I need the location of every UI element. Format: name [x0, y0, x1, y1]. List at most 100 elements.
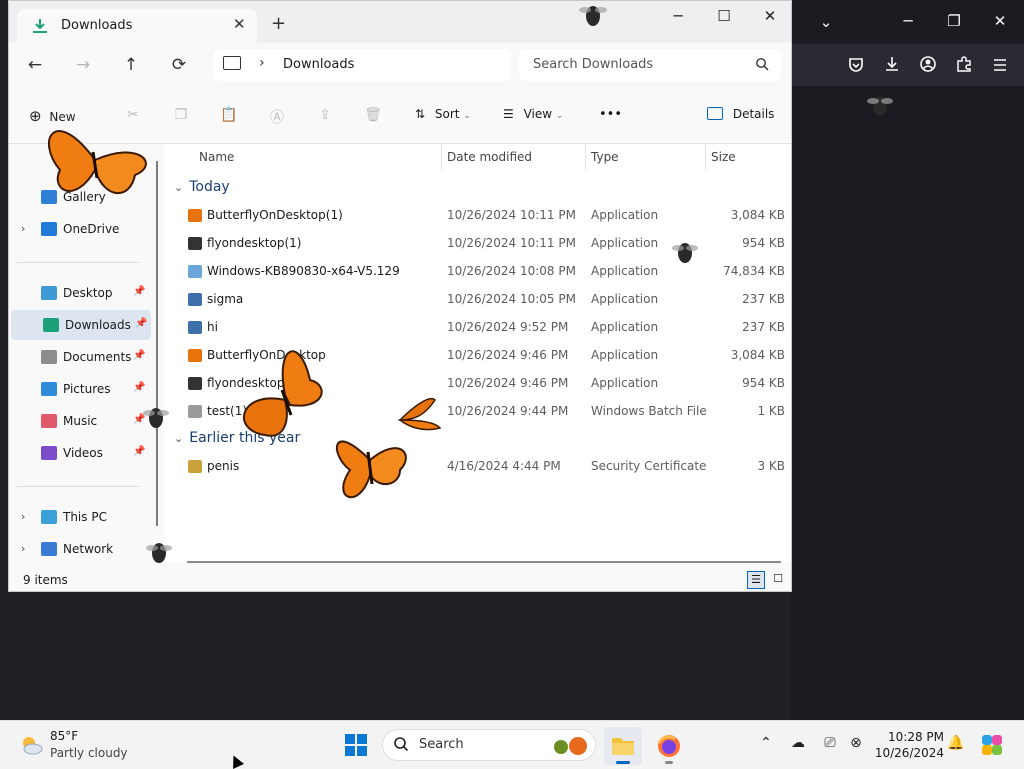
windows-start-icon[interactable] [344, 733, 368, 757]
paste-icon[interactable]: 📋 [219, 107, 239, 123]
breadcrumb-downloads[interactable]: Downloads [283, 57, 354, 72]
minimize-button[interactable]: ─ [655, 7, 701, 29]
expand-chevron-icon[interactable]: › [21, 510, 25, 523]
pc-icon [41, 510, 57, 524]
fly-icon [188, 237, 202, 250]
table-row[interactable]: Windows-KB890830-x64-V5.129 10/26/2024 10… [164, 258, 791, 286]
show-hidden-icons-chevron-icon[interactable]: ⌃ [756, 735, 776, 751]
large-icons-view-toggle[interactable]: ☐ [769, 571, 787, 589]
column-divider[interactable] [705, 144, 706, 172]
taskbar-clock[interactable]: 10:28 PM 10/26/2024 [874, 729, 944, 761]
up-button[interactable]: ↑ [119, 55, 143, 75]
file-date: 10/26/2024 10:11 PM [447, 236, 576, 250]
cut-icon[interactable]: ✂ [123, 107, 143, 123]
new-button[interactable]: ⊕ New [29, 107, 76, 125]
group-header[interactable]: ⌄ Today [174, 179, 230, 195]
file-size: 74,834 KB [723, 264, 785, 278]
notifications-bell-icon[interactable]: 🔔 [946, 735, 966, 751]
sidebar-item-videos[interactable]: Videos 📌 [9, 438, 149, 468]
sidebar-item-label: Gallery [63, 190, 106, 204]
file-date: 10/26/2024 10:05 PM [447, 292, 576, 306]
details-button[interactable]: Details [707, 107, 774, 121]
sidebar-item-this-pc[interactable]: › This PC [9, 502, 149, 532]
column-header-date[interactable]: Date modified [447, 150, 532, 164]
file-type: Security Certificate [591, 459, 707, 473]
delete-icon[interactable]: 🗑 [363, 107, 383, 123]
sidebar-item-downloads[interactable]: Downloads 📌 [11, 310, 151, 340]
column-divider[interactable] [441, 144, 442, 172]
column-header-type[interactable]: Type [591, 150, 619, 164]
sidebar-item-pictures[interactable]: Pictures 📌 [9, 374, 149, 404]
pin-icon: 📌 [133, 350, 146, 361]
refresh-button[interactable]: ⟳ [167, 55, 191, 75]
table-row[interactable]: penis 4/16/2024 4:44 PM Security Certifica… [164, 453, 791, 481]
horizontal-scrollbar[interactable] [187, 561, 781, 563]
close-button[interactable]: ✕ [747, 7, 791, 29]
table-row[interactable]: sigma 10/26/2024 10:05 PM Application 237 K… [164, 286, 791, 314]
sidebar-item-network[interactable]: › Network [9, 534, 149, 564]
table-row[interactable]: ButterflyOnDesktop 10/26/2024 9:46 PM Appl… [164, 342, 791, 370]
file-explorer-taskbar-icon[interactable] [604, 727, 642, 765]
gallery-icon [41, 190, 57, 204]
sidebar-item-desktop[interactable]: Desktop 📌 [9, 278, 149, 308]
new-tab-button[interactable]: + [271, 13, 286, 34]
pocket-icon[interactable] [846, 56, 866, 74]
sidebar-scrollbar[interactable] [156, 161, 158, 526]
browser-content [790, 86, 1024, 720]
account-icon[interactable] [918, 55, 938, 73]
share-icon[interactable]: ⇪ [315, 107, 335, 123]
file-name: hi [207, 320, 218, 334]
browser-close-button[interactable]: ✕ [990, 13, 1010, 29]
collapse-chevron-icon[interactable]: ⌄ [174, 432, 183, 445]
table-row[interactable]: hi 10/26/2024 9:52 PM Application 237 KB [164, 314, 791, 342]
search-box[interactable]: Search Downloads [519, 49, 781, 81]
firefox-taskbar-icon[interactable] [650, 727, 688, 765]
sidebar-item-label: Videos [63, 446, 103, 460]
menu-icon[interactable] [990, 56, 1010, 74]
sidebar-item-onedrive[interactable]: › OneDrive [9, 214, 149, 244]
table-row[interactable]: test(1) 10/26/2024 9:44 PM Windows Batch F… [164, 398, 791, 426]
taskbar-search[interactable]: Search [382, 729, 596, 761]
sidebar-item-gallery[interactable]: Gallery [9, 182, 149, 212]
copilot-icon[interactable] [980, 733, 1004, 757]
expand-chevron-icon[interactable]: › [21, 542, 25, 555]
cloud-offline-icon[interactable]: ☁ [788, 735, 808, 751]
display-icon[interactable]: ⎚ [820, 735, 840, 751]
monitor-icon [223, 56, 241, 70]
back-button[interactable]: ← [23, 55, 47, 75]
details-view-toggle[interactable]: ☰ [747, 571, 765, 589]
explorer-tab[interactable]: Downloads ✕ [17, 9, 257, 43]
file-size: 3,084 KB [730, 208, 785, 222]
table-row[interactable]: flyondesktop(1) 10/26/2024 10:11 PM Applic… [164, 230, 791, 258]
column-header-name[interactable]: Name [199, 150, 234, 164]
more-options-button[interactable]: ••• [599, 107, 622, 122]
weather-widget[interactable]: 85°F Partly cloudy [18, 729, 218, 765]
collapse-chevron-icon[interactable]: ⌄ [174, 181, 183, 194]
table-row[interactable]: ButterflyOnDesktop(1) 10/26/2024 10:11 PM… [164, 202, 791, 230]
installer-icon [188, 265, 202, 278]
expand-chevron-icon[interactable]: › [21, 222, 25, 235]
pin-icon: 📌 [133, 286, 146, 297]
file-name: Windows-KB890830-x64-V5.129 [207, 264, 400, 278]
column-divider[interactable] [585, 144, 586, 172]
browser-minimize-button[interactable]: ─ [898, 13, 918, 29]
tab-close-button[interactable]: ✕ [233, 15, 246, 33]
sidebar-item-music[interactable]: Music 📌 [9, 406, 149, 436]
file-list: Name Date modified Type Size ⌄ Today Butte… [164, 144, 791, 562]
browser-restore-button[interactable]: ❐ [944, 13, 964, 29]
forward-button[interactable]: → [71, 55, 95, 75]
group-header[interactable]: ⌄ Earlier this year [174, 430, 300, 446]
maximize-button[interactable]: ☐ [701, 7, 747, 29]
sort-button[interactable]: ⇅ Sort ⌄ [415, 107, 471, 121]
network-disconnected-icon[interactable]: ⊗ [846, 735, 866, 751]
tab-list-button[interactable]: ⌄ [816, 14, 836, 30]
sidebar-item-documents[interactable]: Documents 📌 [9, 342, 149, 372]
column-header-size[interactable]: Size [711, 150, 736, 164]
table-row[interactable]: flyondesktop 10/26/2024 9:46 PM Applicatio… [164, 370, 791, 398]
downloads-icon[interactable] [882, 55, 902, 73]
rename-icon[interactable]: Ⓐ [267, 107, 287, 126]
view-button[interactable]: ☰ View ⌄ [503, 107, 563, 121]
extensions-icon[interactable] [954, 55, 974, 73]
address-bar[interactable]: › Downloads [213, 49, 511, 81]
copy-icon[interactable]: ❐ [171, 107, 191, 123]
